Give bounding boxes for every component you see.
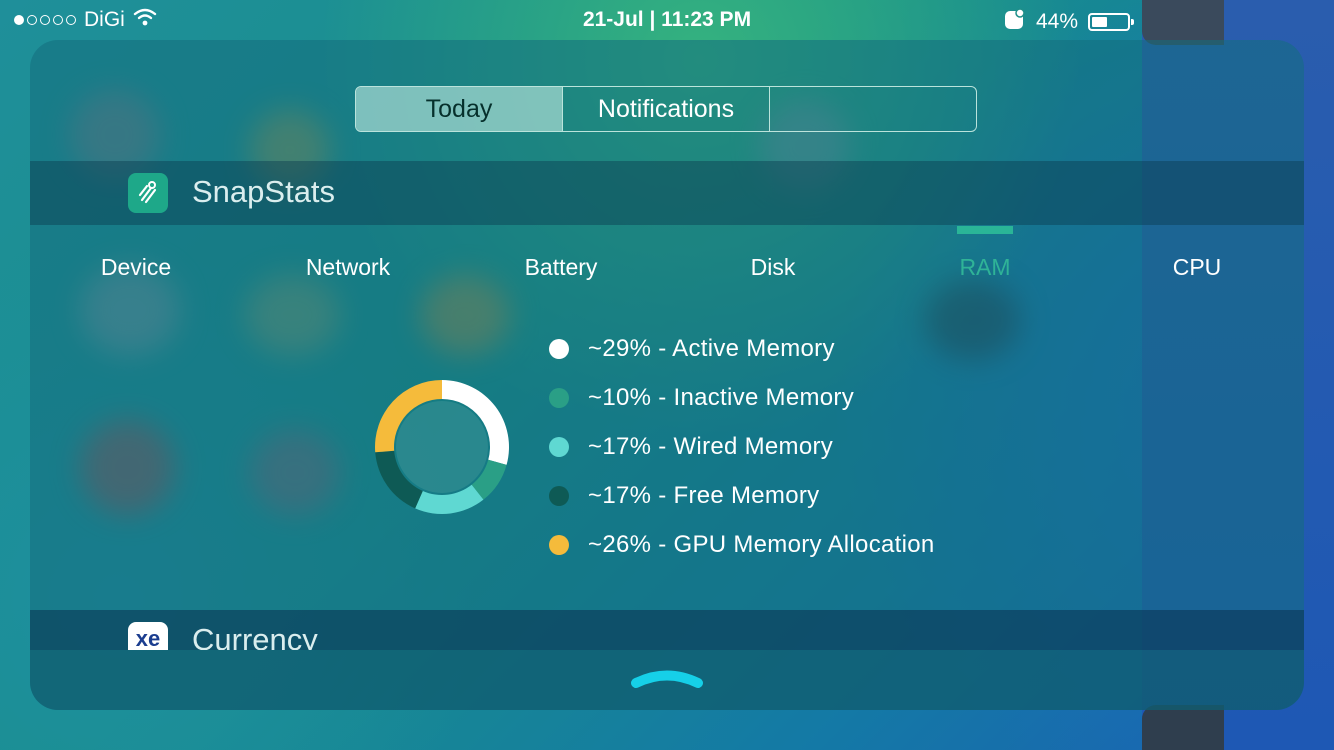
tab-network[interactable]: Network <box>268 254 428 281</box>
memory-legend: ~29% - Active Memory ~10% - Inactive Memo… <box>546 324 935 569</box>
notification-center-panel: Today Notifications SnapStats Device Net… <box>30 40 1304 710</box>
segmented-control: Today Notifications <box>355 86 977 132</box>
legend-swatch <box>549 338 569 359</box>
legend-item: ~29% - Active Memory <box>546 324 935 373</box>
selected-tab-indicator <box>957 226 1013 234</box>
legend-label: ~26% - GPU Memory Allocation <box>588 530 935 558</box>
legend-label: ~10% - Inactive Memory <box>588 383 855 411</box>
legend-swatch <box>549 485 569 506</box>
tab-battery[interactable]: Battery <box>481 254 641 281</box>
panel-bottom-bar <box>30 650 1304 710</box>
currency-widget-header[interactable]: xe Currency <box>30 610 1304 650</box>
battery-fill <box>1092 17 1107 27</box>
battery-icon <box>1088 13 1134 31</box>
tab-device[interactable]: Device <box>56 254 216 281</box>
donut-center <box>396 401 488 493</box>
legend-item: ~26% - GPU Memory Allocation <box>546 520 935 569</box>
legend-label: ~17% - Free Memory <box>588 481 820 509</box>
snapstats-app-icon[interactable] <box>128 173 168 213</box>
rotation-lock-icon <box>1004 8 1026 36</box>
currency-widget-title: Currency <box>192 622 318 650</box>
legend-item: ~10% - Inactive Memory <box>546 373 935 422</box>
tab-blank[interactable] <box>769 87 976 131</box>
tab-disk[interactable]: Disk <box>693 254 853 281</box>
background-app-edge <box>1142 705 1224 750</box>
tab-notifications[interactable]: Notifications <box>562 87 769 131</box>
tab-ram[interactable]: RAM <box>905 254 1065 281</box>
legend-swatch <box>549 436 569 457</box>
battery-percent: 44% <box>1035 10 1078 33</box>
chevron-up-handle-icon[interactable] <box>630 670 704 690</box>
legend-swatch <box>549 534 569 555</box>
legend-label: ~29% - Active Memory <box>588 334 835 362</box>
tab-today[interactable]: Today <box>356 87 562 131</box>
xe-app-icon[interactable]: xe <box>128 622 168 650</box>
legend-swatch <box>549 387 569 408</box>
legend-label: ~17% - Wired Memory <box>588 432 834 460</box>
legend-item: ~17% - Wired Memory <box>546 422 935 471</box>
tab-cpu[interactable]: CPU <box>1117 254 1277 281</box>
status-bar: DiGi 21-Jul | 11:23 PM 44% <box>0 0 1334 40</box>
widget-title: SnapStats <box>192 174 336 209</box>
legend-item: ~17% - Free Memory <box>546 471 935 520</box>
memory-donut-chart <box>375 380 509 514</box>
stats-tabs: Device Network Battery Disk RAM CPU <box>30 254 1304 290</box>
